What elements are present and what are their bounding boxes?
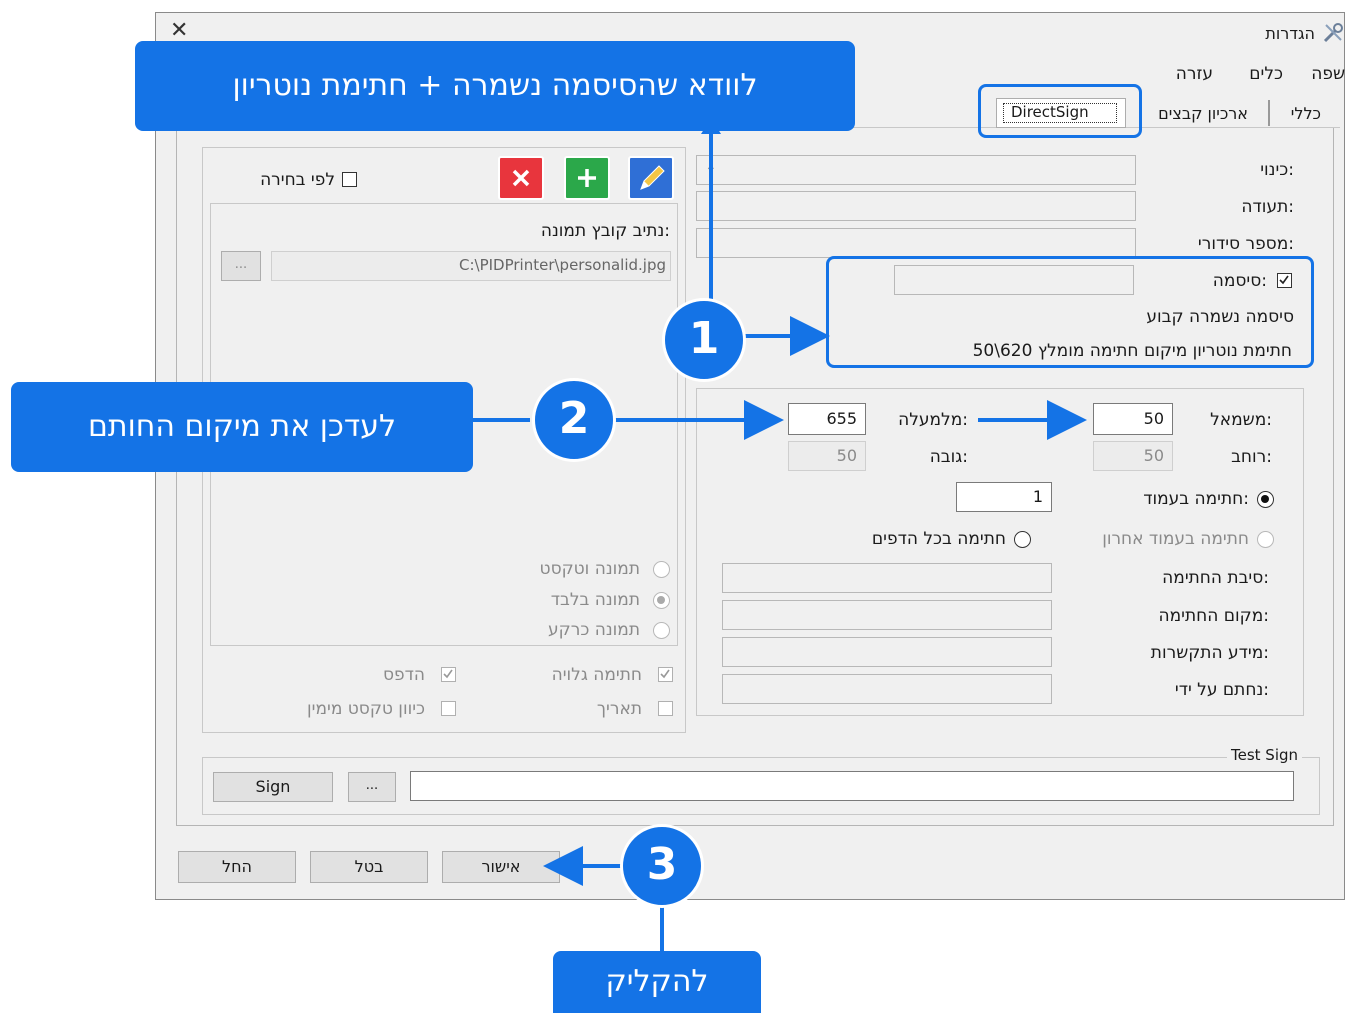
callout-2: לעדכן את מיקום החותם (11, 382, 473, 472)
callout-3: להקליק (553, 951, 761, 1013)
step-badge-3: 3 (620, 824, 704, 908)
step-badge-1: 1 (662, 298, 746, 382)
callout-1: לוודא שהסיסמה נשמרה + חתימת נוטריון (135, 41, 855, 131)
step-badge-2: 2 (532, 378, 616, 462)
